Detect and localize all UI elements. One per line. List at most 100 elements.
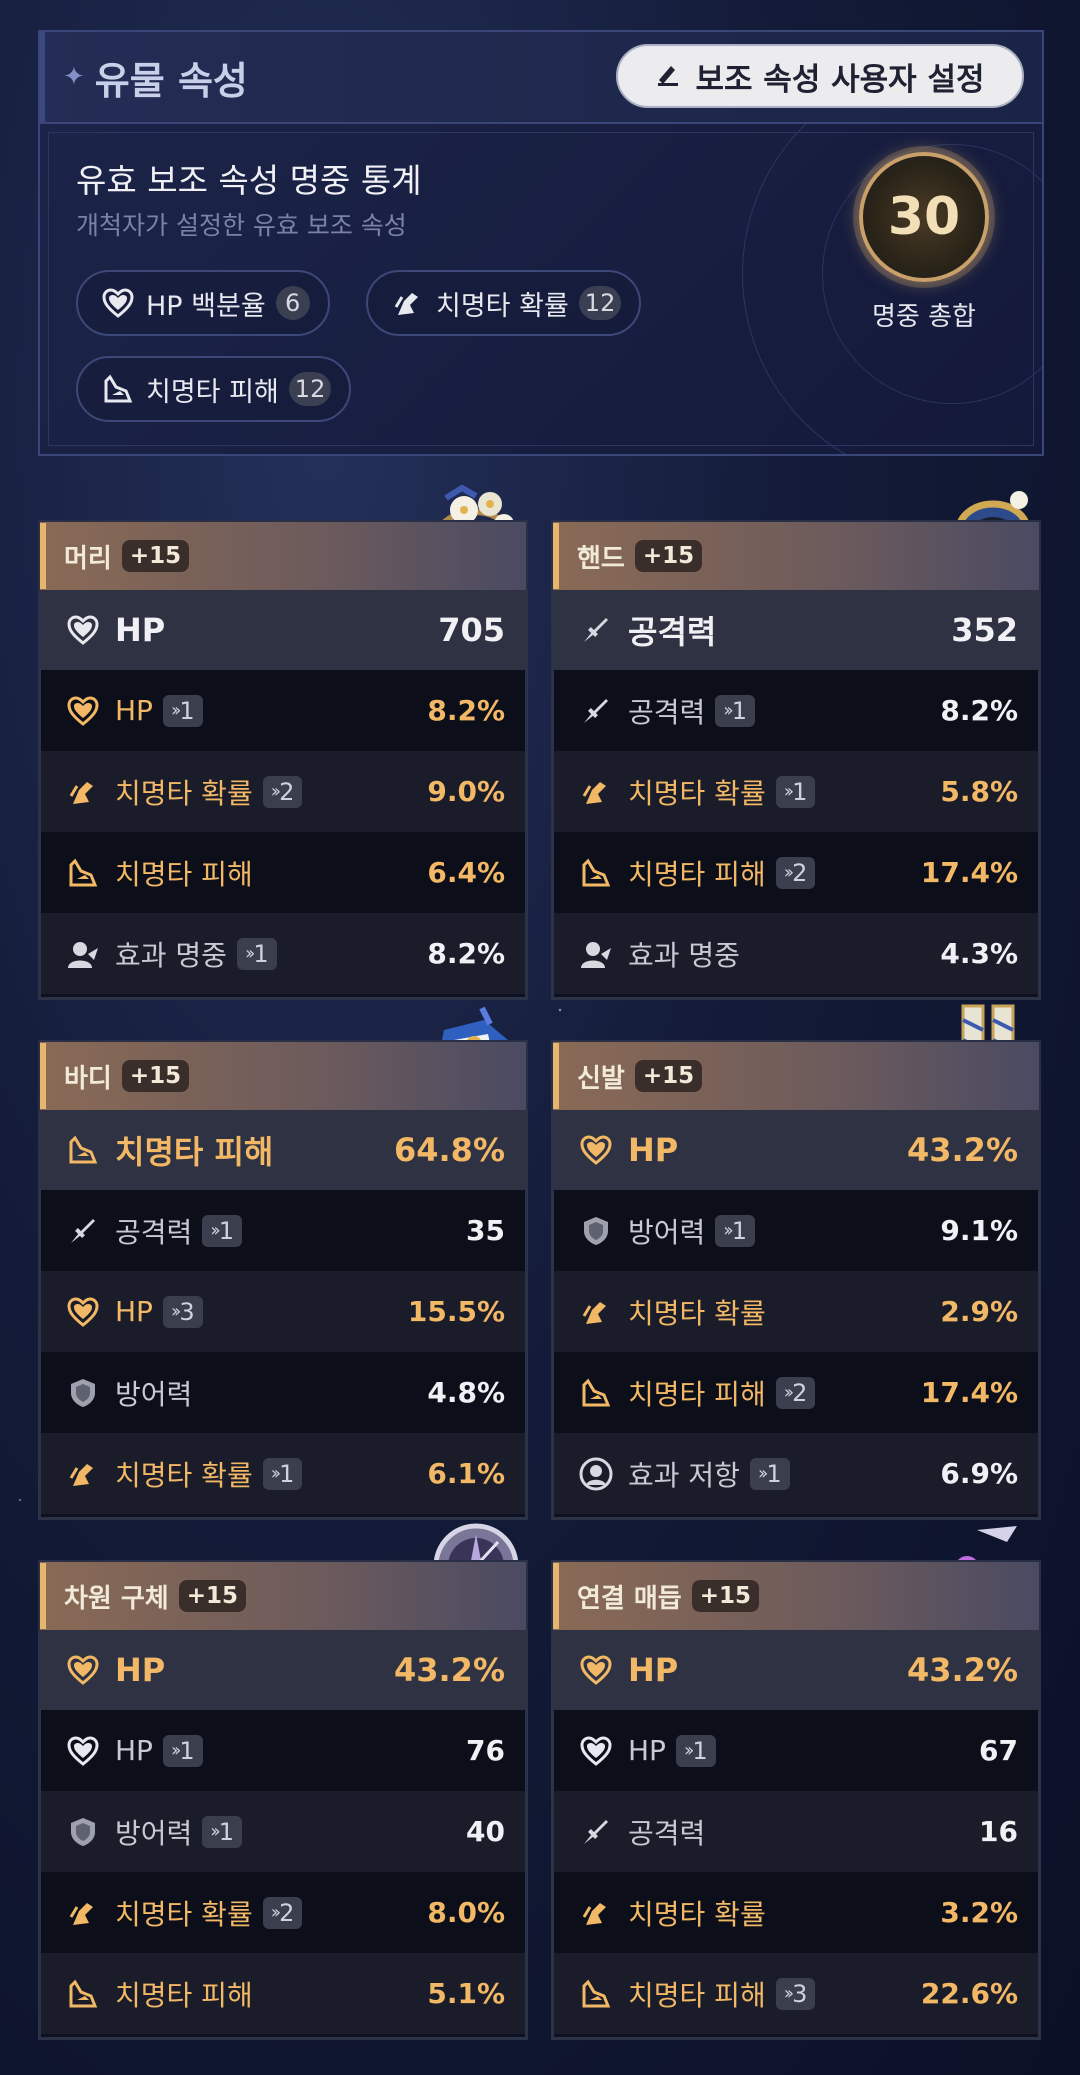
custom-substat-settings-label: 보조 속성 사용자 설정 [695,61,985,98]
roll-count: 1 [179,696,195,725]
roll-count-badge: ›› 1 [236,937,277,970]
main-stat-value: 43.2% [906,1131,1018,1169]
sub-stat-row: 방어력 ›› 1 9.1% [554,1190,1038,1271]
sub-stat-value: 5.1% [427,1977,505,2010]
roll-count: 3 [792,1979,808,2008]
relic-level-badge: +15 [691,1580,760,1612]
roll-count: 3 [179,1297,195,1326]
relic-slot-name: 차원 구체 [64,1583,169,1614]
relic-card[interactable]: 바디 +15 치명타 피해 64.8% 공격력 ›› 1 35 HP ›› 3 15… [38,1000,528,1520]
main-stat-label: 치명타 피해 [115,1133,274,1171]
sub-stat-row: 치명타 피해 ›› 3 22.6% [554,1953,1038,2034]
roll-count: 1 [218,1216,234,1245]
sub-stat-row: 치명타 확률 2.9% [554,1271,1038,1352]
sub-stat-row: 치명타 확률 3.2% [554,1872,1038,1953]
crit-dmg-icon [578,1375,614,1411]
main-stat-row: HP 43.2% [41,1630,525,1710]
sub-stat-value: 9.1% [940,1214,1018,1247]
crit-rate-icon [65,1895,101,1931]
sub-stat-row: 효과 저항 ›› 1 6.9% [554,1433,1038,1514]
main-stat-value: 705 [438,611,505,649]
double-chevron-icon: ›› [270,1463,282,1484]
double-chevron-icon: ›› [783,781,795,802]
roll-count-badge: ›› 1 [202,1815,242,1848]
stats-subtitle: 개척자가 설정한 유효 보조 속성 [76,211,407,240]
sub-stat-label: 치명타 확률 [628,776,766,810]
relic-level-badge: +15 [634,1060,703,1092]
double-chevron-icon: ›› [783,1983,795,2004]
roll-count: 2 [279,777,295,806]
effect-res-icon [578,1456,614,1492]
main-stat-row: 공격력 352 [554,590,1038,670]
sub-stat-label: HP [115,1734,153,1767]
heart-icon [65,1652,101,1688]
roll-count: 1 [731,1216,747,1245]
relic-slot-name: 바디 [64,1063,112,1094]
relic-card[interactable]: 연결 매듭 +15 HP 43.2% HP ›› 1 67 공격력 16 치명타… [551,1520,1041,2040]
sub-stat-label: 치명타 확률 [115,776,253,810]
sub-stat-value: 40 [466,1815,505,1848]
relic-card-header: 연결 매듭 +15 [551,1560,1041,1630]
main-stat-value: 43.2% [393,1651,505,1689]
sub-stat-value: 6.1% [427,1457,505,1490]
roll-count: 2 [792,1378,808,1407]
roll-count-badge: ›› 1 [162,1734,203,1767]
custom-substat-settings-button[interactable]: 보조 속성 사용자 설정 [616,44,1024,108]
sub-stat-label: 치명타 피해 [115,857,253,891]
relic-card[interactable]: 차원 구체 +15 HP 43.2% HP ›› 1 76 방어력 ›› 1 40 [38,1520,528,2040]
crit-dmg-icon [578,855,614,891]
sub-stat-row: 치명타 확률 ›› 2 8.0% [41,1872,525,1953]
main-stat-label: HP [115,1651,166,1689]
double-chevron-icon: ›› [783,1382,795,1403]
effect-hit-icon [578,936,614,972]
sub-stat-label: 방어력 [115,1816,193,1850]
sub-stat-value: 8.2% [427,937,505,970]
sword-icon [578,1814,614,1850]
sub-stat-row: 공격력 16 [554,1791,1038,1872]
stats-title: 유효 보조 속성 명중 통계 [76,161,422,200]
relic-stats-list: HP 43.2% 방어력 ›› 1 9.1% 치명타 확률 2.9% 치명타 피해… [551,1110,1041,1520]
sub-stat-label: 치명타 확률 [628,1296,766,1330]
roll-count: 1 [179,1736,195,1765]
sub-stat-value: 8.0% [427,1896,505,1929]
double-chevron-icon: ›› [244,943,256,964]
sub-stat-label: 공격력 [628,1816,706,1850]
crit-dmg-icon [65,855,101,891]
relic-card-header: 머리 +15 [38,520,528,590]
roll-count-badge: ›› 1 [775,775,816,808]
roll-count-badge: ›› 1 [749,1457,790,1490]
sub-stat-row: 공격력 ›› 1 8.2% [554,670,1038,751]
sub-stat-value: 15.5% [407,1295,505,1328]
roll-count: 1 [792,777,808,806]
sub-stat-value: 8.2% [940,694,1018,727]
relic-slot-name: 신발 [577,1063,625,1094]
sub-stat-row: HP ›› 1 8.2% [41,670,525,751]
roll-count: 2 [279,1898,295,1927]
sub-stat-value: 4.8% [427,1376,505,1409]
main-stat-value: 43.2% [906,1651,1018,1689]
sub-stat-label: 치명타 확률 [115,1458,253,1492]
sub-stat-row: 치명타 피해 ›› 2 17.4% [554,1352,1038,1433]
sub-stat-value: 35 [466,1214,505,1247]
heart-icon [578,1652,614,1688]
pencil-icon [655,58,681,94]
main-stat-row: 치명타 피해 64.8% [41,1110,525,1190]
sub-stat-value: 22.6% [920,1977,1018,2010]
roll-count-badge: ›› 2 [262,775,303,808]
relic-card[interactable]: 머리 +15 HP 705 HP ›› 1 8.2% 치명타 확률 ›› 2 9.0… [38,480,528,1000]
chip-label: 치명타 피해 [146,376,279,408]
sub-stat-label: 효과 명중 [628,938,740,972]
roll-count-badge: ›› 2 [775,856,816,889]
relic-card[interactable]: 신발 +15 HP 43.2% 방어력 ›› 1 9.1% 치명타 확률 2.9% [551,1000,1041,1520]
effective-substat-stats-panel: 유효 보조 속성 명중 통계 개척자가 설정한 유효 보조 속성 HP 백분율 … [38,122,1044,456]
relic-stats-list: HP 705 HP ›› 1 8.2% 치명타 확률 ›› 2 9.0% 치명타 피… [38,590,528,1000]
sub-stat-row: 치명타 피해 6.4% [41,832,525,913]
sub-stat-row: 효과 명중 ›› 1 8.2% [41,913,525,994]
roll-count: 1 [253,939,269,968]
shield-icon [65,1375,101,1411]
relic-stats-list: 공격력 352 공격력 ›› 1 8.2% 치명타 확률 ›› 1 5.8% 치명타… [551,590,1041,1000]
relic-card[interactable]: 핸드 +15 공격력 352 공격력 ›› 1 8.2% 치명타 확률 ›› 1 5… [551,480,1041,1000]
double-chevron-icon: ›› [270,1902,282,1923]
chip-label: 치명타 확률 [436,290,569,322]
relic-slot-name: 연결 매듭 [577,1583,682,1614]
